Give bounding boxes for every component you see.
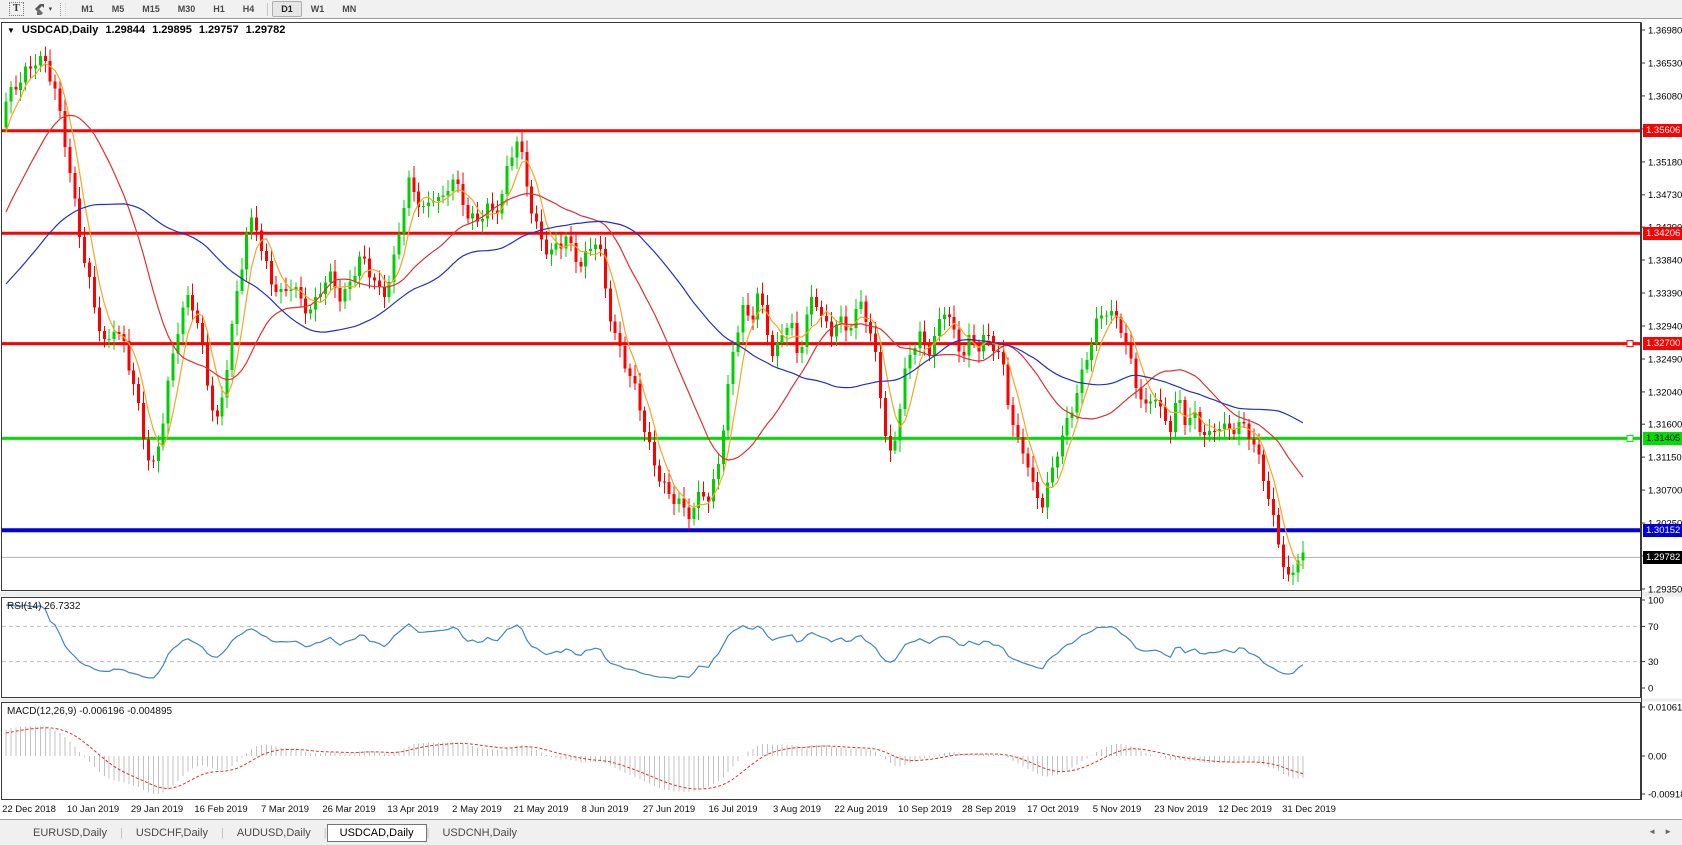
svg-text:1.36980: 1.36980	[1648, 25, 1682, 36]
svg-text:27 Jun 2019: 27 Jun 2019	[643, 804, 695, 815]
level-price-badge-1-31405[interactable]: 1.31405	[1643, 432, 1682, 445]
timeframe-button-m1[interactable]: M1	[72, 1, 103, 17]
svg-text:7 Mar 2019: 7 Mar 2019	[261, 804, 309, 815]
svg-text:1.32940: 1.32940	[1648, 321, 1682, 332]
tab-usdcad-daily[interactable]: USDCAD,Daily	[327, 824, 427, 842]
svg-text:22 Dec 2018: 22 Dec 2018	[2, 804, 56, 815]
timeframe-button-m5[interactable]: M5	[103, 1, 134, 17]
svg-text:1.34730: 1.34730	[1648, 190, 1682, 201]
tab-usdcnh-daily[interactable]: USDCNH,Daily	[429, 824, 530, 842]
svg-text:8 Jun 2019: 8 Jun 2019	[581, 804, 628, 815]
svg-text:1.33390: 1.33390	[1648, 288, 1682, 299]
svg-text:1.33840: 1.33840	[1648, 255, 1682, 266]
symbol-label: USDCAD,Daily	[22, 24, 98, 36]
svg-text:1.36080: 1.36080	[1648, 91, 1682, 102]
tab-usdchf-daily[interactable]: USDCHF,Daily	[123, 824, 221, 842]
toolbar-grip	[60, 3, 66, 16]
current-price-badge: 1.29782	[1643, 551, 1682, 564]
text-tool-icon: T	[9, 2, 24, 16]
svg-text:29 Jan 2019: 29 Jan 2019	[131, 804, 183, 815]
svg-text:1.29350: 1.29350	[1648, 584, 1682, 595]
svg-text:10 Sep 2019: 10 Sep 2019	[898, 804, 952, 815]
svg-text:1.35180: 1.35180	[1648, 157, 1682, 168]
toolbar-separator	[267, 3, 268, 16]
svg-text:26 Mar 2019: 26 Mar 2019	[322, 804, 375, 815]
svg-text:30: 30	[1648, 657, 1659, 668]
macd-indicator-label: MACD(12,26,9) -0.006196 -0.004895	[7, 706, 172, 717]
svg-text:0: 0	[1648, 683, 1653, 694]
svg-text:1.32490: 1.32490	[1648, 354, 1682, 365]
tab-audusd-daily[interactable]: AUDUSD,Daily	[224, 824, 324, 842]
tab-scroll-right-icon[interactable]: ►	[1664, 827, 1672, 836]
svg-text:28 Sep 2019: 28 Sep 2019	[962, 804, 1016, 815]
timeframe-button-w1[interactable]: W1	[302, 1, 334, 17]
level-price-badge-1-30152[interactable]: 1.30152	[1643, 524, 1682, 537]
timeframe-button-h1[interactable]: H1	[204, 1, 234, 17]
svg-text:13 Apr 2019: 13 Apr 2019	[387, 804, 438, 815]
tab-scroll-arrows: ◄ ►	[1648, 827, 1672, 836]
svg-text:12 Dec 2019: 12 Dec 2019	[1218, 804, 1272, 815]
svg-text:10 Jan 2019: 10 Jan 2019	[67, 804, 119, 815]
svg-text:-0.009185: -0.009185	[1648, 789, 1682, 800]
svg-text:1.31600: 1.31600	[1648, 420, 1682, 431]
ohlc-open: 1.29844	[105, 24, 145, 36]
chart-tab-bar: EURUSD,Daily|USDCHF,Daily|AUDUSD,Daily|U…	[0, 819, 1682, 845]
svg-text:2 May 2019: 2 May 2019	[452, 804, 502, 815]
chart-title: ▼ USDCAD,Daily 1.29844 1.29895 1.29757 1…	[7, 24, 285, 36]
tab-scroll-left-icon[interactable]: ◄	[1648, 827, 1656, 836]
timeframe-button-m30[interactable]: M30	[169, 1, 205, 17]
timeframe-button-group: M1M5M15M30H1H4 D1W1MN	[72, 1, 365, 17]
arrow-objects-tool-button[interactable]: ▾	[28, 1, 57, 17]
svg-text:1.32040: 1.32040	[1648, 387, 1682, 398]
level-price-badge-1-35606[interactable]: 1.35606	[1643, 124, 1682, 137]
ohlc-high: 1.29895	[152, 24, 192, 36]
timeframe-button-h4[interactable]: H4	[234, 1, 264, 17]
trading-terminal-window: T ▾ M1M5M15M30H1H4 D1W1MN 1.36980 1.36530 1…	[0, 0, 1682, 845]
svg-text:17 Oct 2019: 17 Oct 2019	[1027, 804, 1079, 815]
text-label-tool-button[interactable]: T	[5, 1, 28, 17]
ohlc-low: 1.29757	[199, 24, 239, 36]
svg-text:16 Feb 2019: 16 Feb 2019	[194, 804, 247, 815]
svg-text:1.30700: 1.30700	[1648, 486, 1682, 497]
timeframe-button-mn[interactable]: MN	[333, 1, 365, 17]
svg-text:0.010615: 0.010615	[1648, 702, 1682, 713]
svg-text:5 Nov 2019: 5 Nov 2019	[1093, 804, 1142, 815]
svg-text:31 Dec 2019: 31 Dec 2019	[1282, 804, 1336, 815]
svg-text:3 Aug 2019: 3 Aug 2019	[773, 804, 821, 815]
rsi-indicator-label: RSI(14) 26.7332	[7, 601, 80, 612]
ohlc-close: 1.29782	[246, 24, 286, 36]
toolbar: T ▾ M1M5M15M30H1H4 D1W1MN	[0, 0, 1682, 19]
chart-tabs: EURUSD,Daily|USDCHF,Daily|AUDUSD,Daily|U…	[20, 824, 530, 842]
svg-text:21 May 2019: 21 May 2019	[514, 804, 569, 815]
timeframe-button-d1[interactable]: D1	[272, 1, 302, 17]
arrows-icon	[32, 3, 46, 16]
level-price-badge-1-32700[interactable]: 1.32700	[1643, 337, 1682, 350]
svg-text:22 Aug 2019: 22 Aug 2019	[834, 804, 887, 815]
chart-window: 1.369801.365301.360801.356301.351801.347…	[0, 19, 1682, 819]
level-price-badge-1-34206[interactable]: 1.34206	[1643, 227, 1682, 240]
time-axis-labels[interactable]: 22 Dec 2018 10 Jan 2019 29 Jan 2019 16 Feb …	[2, 804, 1336, 815]
chevron-down-icon: ▾	[49, 5, 53, 13]
symbol-dropdown-arrow-icon[interactable]: ▼	[7, 26, 15, 35]
timeframe-button-m15[interactable]: M15	[133, 1, 169, 17]
svg-text:23 Nov 2019: 23 Nov 2019	[1154, 804, 1208, 815]
svg-text:1.36530: 1.36530	[1648, 58, 1682, 69]
panel-frames	[0, 23, 1682, 801]
tab-eurusd-daily[interactable]: EURUSD,Daily	[20, 824, 120, 842]
svg-text:1.31150: 1.31150	[1648, 453, 1682, 464]
svg-text:70: 70	[1648, 622, 1659, 633]
svg-text:16 Jul 2019: 16 Jul 2019	[708, 804, 757, 815]
svg-text:0.00: 0.00	[1648, 751, 1667, 762]
price-chart-canvas[interactable]: 1.369801.365301.360801.356301.351801.347…	[0, 19, 1682, 819]
svg-text:100: 100	[1648, 595, 1664, 606]
